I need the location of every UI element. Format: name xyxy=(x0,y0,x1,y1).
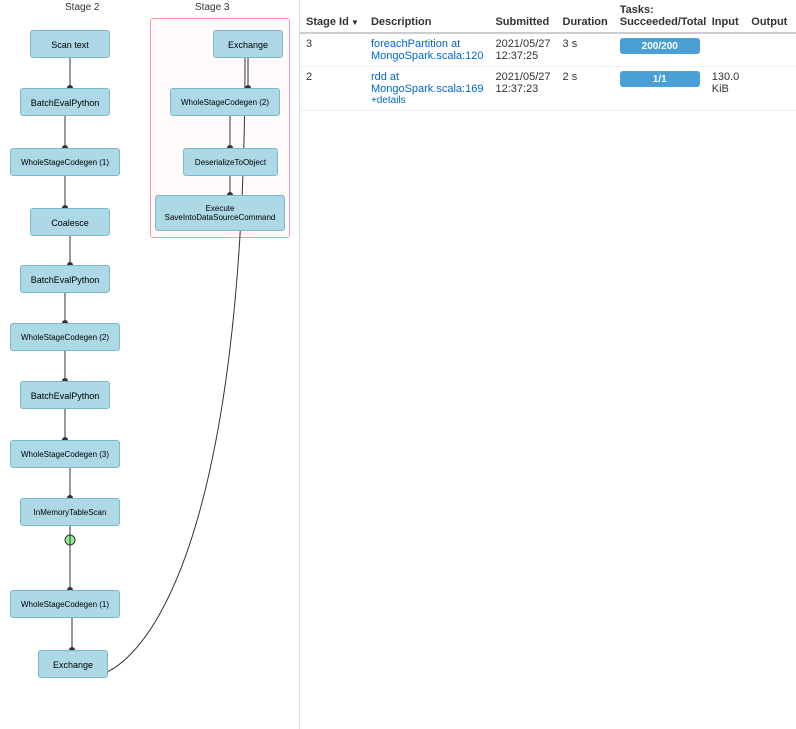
dag-node-wholestage2[interactable]: WholeStageCodegen (2) xyxy=(10,323,120,351)
stage2-label: Stage 2 xyxy=(65,2,99,13)
dag-node-batcheval1[interactable]: BatchEvalPython xyxy=(20,88,110,116)
th-tasks: Tasks: Succeeded/Total xyxy=(614,0,706,33)
dag-panel: Stage 2 Stage 3 xyxy=(0,0,300,729)
dag-node-wholestage1[interactable]: WholeStageCodegen (1) xyxy=(10,148,120,176)
table-row: 3 foreachPartition atMongoSpark.scala:12… xyxy=(300,33,796,67)
cell-submitted: 2021/05/2712:37:23 xyxy=(489,67,556,111)
th-output: Output xyxy=(745,0,793,33)
cell-duration: 3 s xyxy=(557,33,614,67)
dag-node-wholestage-s3[interactable]: WholeStageCodegen (2) xyxy=(170,88,280,116)
progress-bar-fill-2: 1/1 xyxy=(620,71,700,87)
cell-input: 130.0KiB xyxy=(706,67,746,111)
th-input: Input xyxy=(706,0,746,33)
cell-submitted: 2021/05/2712:37:25 xyxy=(489,33,556,67)
main-container: Stage 2 Stage 3 xyxy=(0,0,796,729)
dag-node-exchange-s3[interactable]: Exchange xyxy=(213,30,283,58)
cell-tasks: 200/200 xyxy=(614,33,706,67)
th-stage-id[interactable]: Stage Id xyxy=(300,0,365,33)
table-header-row: Stage Id Description Submitted Duration … xyxy=(300,0,796,33)
cell-output xyxy=(745,33,793,67)
dag-node-batcheval3[interactable]: BatchEvalPython xyxy=(20,381,110,409)
dag-node-exchange-s2[interactable]: Exchange xyxy=(38,650,108,678)
cell-output xyxy=(745,67,793,111)
description-link-stage3[interactable]: foreachPartition atMongoSpark.scala:120 xyxy=(371,38,484,62)
cell-duration: 2 s xyxy=(557,67,614,111)
table-panel: Stage Id Description Submitted Duration … xyxy=(300,0,796,729)
dag-node-deserialize[interactable]: DeserializeToObject xyxy=(183,148,278,176)
th-submitted: Submitted xyxy=(489,0,556,33)
description-link-stage2[interactable]: rdd atMongoSpark.scala:169 xyxy=(371,71,484,95)
progress-bar-fill: 200/200 xyxy=(620,38,700,54)
dag-node-scan-text[interactable]: Scan text xyxy=(30,30,110,58)
dag-node-execute[interactable]: Execute SaveIntoDataSourceCommand xyxy=(155,195,285,231)
dag-node-wholestage4[interactable]: WholeStageCodegen (1) xyxy=(10,590,120,618)
cell-stage-id: 2 xyxy=(300,67,365,111)
dag-node-coalesce[interactable]: Coalesce xyxy=(30,208,110,236)
cell-input xyxy=(706,33,746,67)
stage3-label: Stage 3 xyxy=(195,2,229,13)
table-row: 2 rdd atMongoSpark.scala:169 +details 20… xyxy=(300,67,796,111)
th-duration: Duration xyxy=(557,0,614,33)
dag-node-inmemory[interactable]: InMemoryTableScan xyxy=(20,498,120,526)
tasks-progress-bar: 200/200 xyxy=(620,38,700,54)
cell-stage-id: 3 xyxy=(300,33,365,67)
cell-tasks: 1/1 xyxy=(614,67,706,111)
cell-description: foreachPartition atMongoSpark.scala:120 xyxy=(365,33,490,67)
th-description: Description xyxy=(365,0,490,33)
stages-table: Stage Id Description Submitted Duration … xyxy=(300,0,796,111)
tasks-progress-bar-2: 1/1 xyxy=(620,71,700,87)
dag-node-batcheval2[interactable]: BatchEvalPython xyxy=(20,265,110,293)
details-link[interactable]: +details xyxy=(371,95,484,106)
dag-node-wholestage3[interactable]: WholeStageCodegen (3) xyxy=(10,440,120,468)
cell-description: rdd atMongoSpark.scala:169 +details xyxy=(365,67,490,111)
